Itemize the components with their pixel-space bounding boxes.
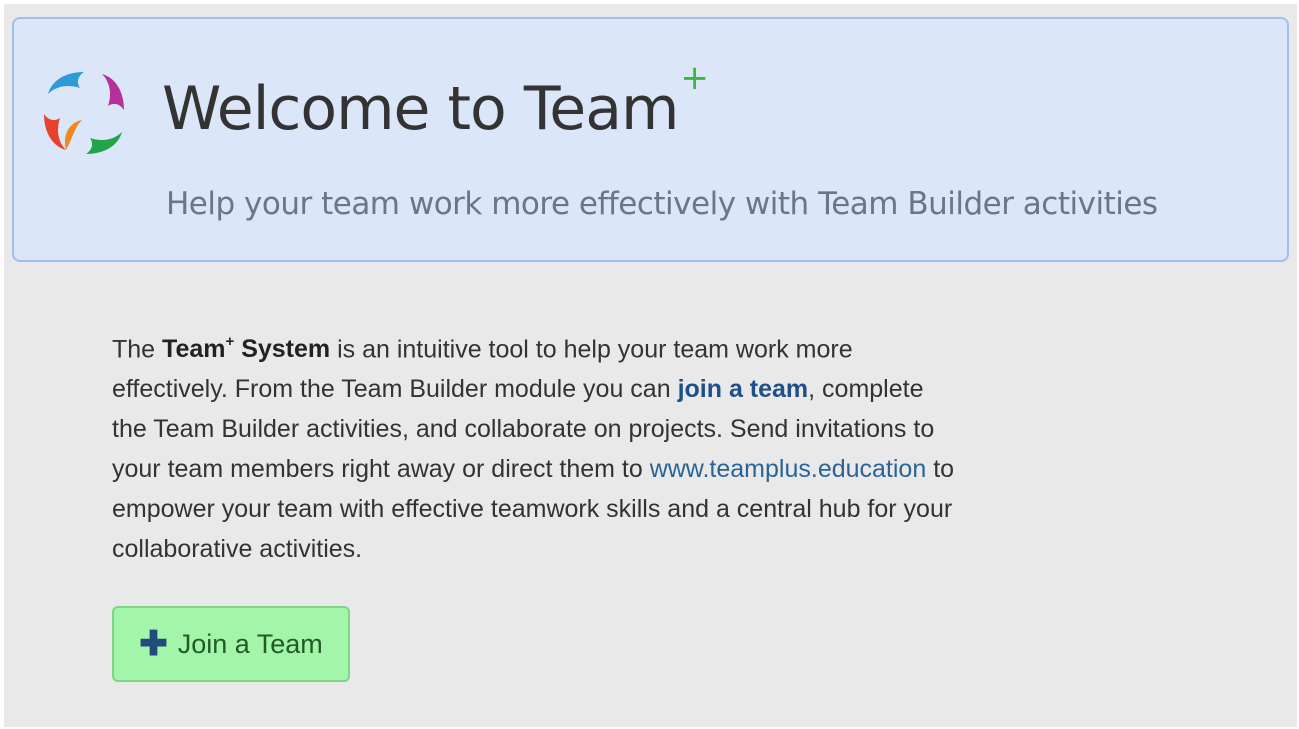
plus-superscript: + [680,58,708,98]
brand-name: Team+ System [162,333,331,364]
join-team-button-label: Join a Team [177,628,323,659]
page-subtitle: Help your team work more effectively wit… [166,186,1158,222]
team-plus-logo-icon [44,72,124,154]
page-body: Welcome to Team+ Help your team work mor… [4,4,1297,727]
join-team-link[interactable]: join a team [678,375,809,403]
page-title: Welcome to Team+ [162,58,709,144]
welcome-banner: Welcome to Team+ Help your team work mor… [12,17,1289,262]
plus-icon: ✚ [139,625,168,663]
website-link[interactable]: www.teamplus.education [650,455,927,483]
intro-paragraph: The Team+ System is an intuitive tool to… [112,333,955,564]
join-team-button[interactable]: ✚ Join a Team [112,606,350,682]
